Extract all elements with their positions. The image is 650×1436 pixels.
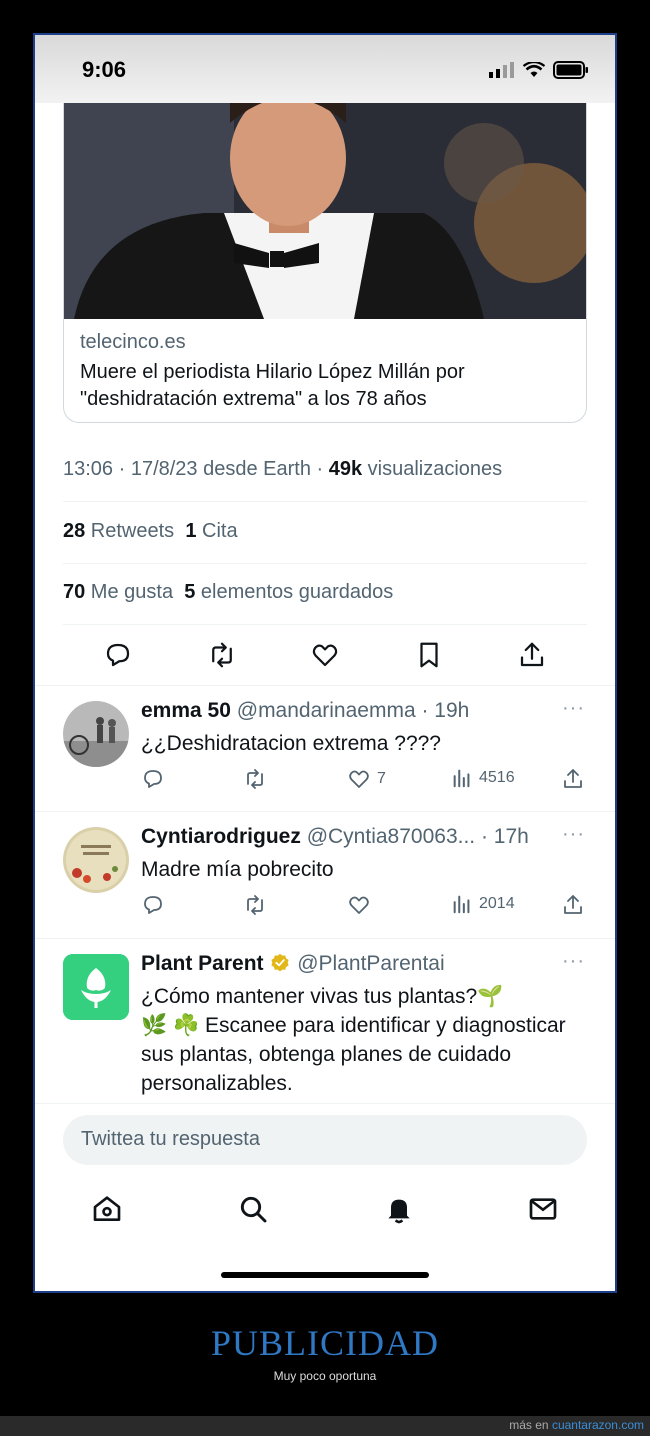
battery-icon <box>553 61 588 79</box>
footer-link[interactable]: cuantarazon.com <box>552 1418 644 1432</box>
divider <box>63 624 587 625</box>
verified-badge-icon <box>271 953 290 972</box>
reply-input[interactable]: Twittea tu respuesta <box>63 1115 587 1165</box>
retweet-icon[interactable] <box>243 893 267 917</box>
reply-name: emma 50 <box>141 699 231 722</box>
retweets-label: Retweets <box>85 520 175 542</box>
footer-prefix: más en <box>509 1418 552 1432</box>
card-domain: telecinco.es <box>80 331 186 353</box>
bookmark-icon[interactable] <box>414 635 444 675</box>
reply-actions: 2014 <box>141 893 591 921</box>
divider <box>63 501 587 502</box>
retweet-stats[interactable]: 28 Retweets 1 Cita <box>63 520 238 543</box>
home-indicator <box>221 1272 429 1278</box>
divider <box>63 563 587 564</box>
reply-handle: @Cyntia870063... · 17h <box>306 825 529 848</box>
link-card[interactable]: telecinco.es Muere el periodista Hilario… <box>63 103 587 423</box>
card-headline: Muere el periodista Hilario López Millán… <box>80 361 465 410</box>
tweet-actions <box>63 635 587 675</box>
reply-actions: 7 4516 <box>141 767 591 795</box>
promoted-tweet[interactable]: Plant Parent @PlantParentai ··· ¿Cómo ma… <box>35 938 615 1103</box>
reply-text: Madre mía pobrecito <box>141 858 334 881</box>
notifications-icon[interactable] <box>383 1193 415 1225</box>
reply-item[interactable]: Cyntiarodriguez @Cyntia870063... · 17h ·… <box>35 811 615 937</box>
share-icon[interactable] <box>561 893 585 917</box>
tweet-timestamp: 13:06 · 17/8/23 desde Earth · <box>63 458 329 480</box>
quotes-count: 1 <box>185 520 197 542</box>
like-icon[interactable] <box>310 635 340 675</box>
like-button[interactable]: 7 <box>347 767 386 791</box>
bottom-tab-bar <box>35 1185 615 1235</box>
news-photo <box>64 103 586 319</box>
retweets-count: 28 <box>63 520 86 542</box>
reply-author: Cyntiarodriguez @Cyntia870063... · 17h <box>141 825 529 849</box>
analytics-icon <box>453 769 470 788</box>
more-options-icon[interactable]: ··· <box>562 950 585 973</box>
reply-icon[interactable] <box>141 893 165 917</box>
reply-handle: @mandarinaemma · 19h <box>236 699 470 722</box>
footer-text: más en cuantarazon.com <box>509 1418 644 1432</box>
more-options-icon[interactable]: ··· <box>562 823 585 846</box>
retweet-icon[interactable] <box>243 767 267 791</box>
caption-title: PUBLICIDAD <box>210 1323 439 1363</box>
search-icon[interactable] <box>237 1193 269 1225</box>
bookmarks-count: 5 <box>184 581 196 603</box>
status-time: 9:06 <box>82 57 127 82</box>
portrait-illustration <box>64 103 586 319</box>
ad-text: ¿Cómo mantener vivas tus plantas?🌱 🌿 ☘️ … <box>141 982 597 1098</box>
phone-screen: 9:06 telecinco.es Muere el periodista Hi… <box>33 33 617 1293</box>
views-button[interactable]: 2014 <box>451 893 515 915</box>
like-icon[interactable] <box>347 893 371 917</box>
bookmarks-label: elementos guardados <box>195 581 394 603</box>
messages-icon[interactable] <box>527 1193 559 1225</box>
ad-name: Plant Parent <box>141 952 264 975</box>
views-label: visualizaciones <box>362 458 503 480</box>
reply-item[interactable]: emma 50 @mandarinaemma · 19h ··· ¿¿Deshi… <box>35 685 615 811</box>
ad-author: Plant Parent @PlantParentai <box>141 952 445 976</box>
views-count: 2014 <box>479 895 515 912</box>
more-options-icon[interactable]: ··· <box>562 697 585 720</box>
reply-icon[interactable] <box>103 635 133 675</box>
like-stats[interactable]: 70 Me gusta 5 elementos guardados <box>63 581 393 604</box>
share-icon[interactable] <box>561 767 585 791</box>
caption-subtitle: Muy poco oportuna <box>273 1369 377 1383</box>
analytics-icon <box>453 895 470 914</box>
plant-parent-logo[interactable] <box>63 954 129 1020</box>
avatar[interactable] <box>63 701 129 767</box>
views-count: 4516 <box>479 769 515 786</box>
views-button[interactable]: 4516 <box>451 767 515 789</box>
wifi-icon <box>523 62 545 77</box>
reply-input-placeholder: Twittea tu respuesta <box>81 1128 260 1150</box>
signal-icon <box>489 62 514 78</box>
divider <box>35 1103 615 1104</box>
tweet-meta: 13:06 · 17/8/23 desde Earth · 49k visual… <box>63 458 502 481</box>
reply-icon[interactable] <box>141 767 165 791</box>
ad-handle: @PlantParentai <box>297 952 445 975</box>
like-count: 7 <box>377 770 386 787</box>
avatar[interactable] <box>63 827 129 893</box>
quotes-label: Cita <box>196 520 238 542</box>
ad-text-line: 🌿 ☘️ Escanee para identificar y diagnost… <box>141 1014 566 1095</box>
retweet-icon[interactable] <box>207 635 237 675</box>
like-icon <box>349 770 369 788</box>
share-icon[interactable] <box>517 635 547 675</box>
status-bar: 9:06 <box>35 35 615 103</box>
views-count: 49k <box>328 458 363 480</box>
status-icons <box>489 61 589 79</box>
reply-text: ¿¿Deshidratacion extrema ???? <box>141 732 441 755</box>
reply-author: emma 50 @mandarinaemma · 19h <box>141 699 469 723</box>
reply-name: Cyntiarodriguez <box>141 825 301 848</box>
likes-label: Me gusta <box>85 581 174 603</box>
footer-bar: más en cuantarazon.com <box>0 1416 650 1436</box>
likes-count: 70 <box>63 581 86 603</box>
ad-text-line: ¿Cómo mantener vivas tus plantas?🌱 <box>141 985 504 1008</box>
home-icon[interactable] <box>91 1193 123 1225</box>
